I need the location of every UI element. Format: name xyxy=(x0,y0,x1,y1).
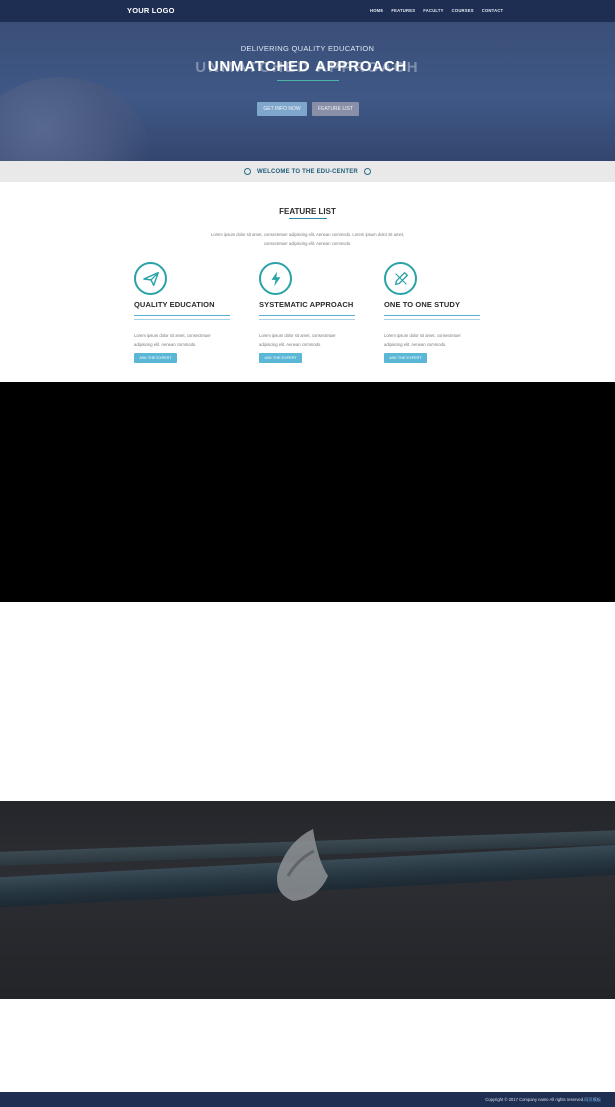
feature-card-divider xyxy=(134,315,230,316)
media-section xyxy=(0,382,615,602)
circle-icon xyxy=(244,168,252,175)
footer: Copyright © 2017 Company name All rights… xyxy=(0,1092,615,1107)
hero-kicker: DELIVERING QUALITY EDUCATION xyxy=(240,44,375,53)
copyright-text: Copyright © 2017 Company name All rights… xyxy=(485,1097,585,1102)
footer-copyright: Copyright © 2017 Company name All rights… xyxy=(485,1097,601,1103)
feature-title-underline xyxy=(289,218,327,220)
feature-description-line: consectetuer adipiscing elit. Aenean com… xyxy=(263,241,352,246)
nav-item-features[interactable]: FEATURES xyxy=(391,8,415,13)
feature-card-divider xyxy=(259,315,355,316)
feature-card-title: SYSTEMATIC APPROACH xyxy=(259,300,354,309)
feature-card-divider xyxy=(384,319,480,320)
get-info-button[interactable]: GET INFO NOW xyxy=(257,102,307,116)
circle-icon xyxy=(363,168,371,175)
hero-underline xyxy=(277,80,339,81)
feature-card-text: Lorem ipsum dolor sit amet, consectetuer… xyxy=(134,332,211,347)
feature-card-title: ONE TO ONE STUDY xyxy=(384,300,461,309)
main-menu: HOME FEATURES FACULTY COURSES CONTACT xyxy=(370,8,503,13)
feature-list-title: FEATURE LIST xyxy=(279,207,336,216)
pencil-ruler-icon xyxy=(384,262,417,295)
feature-card-text: Lorem ipsum dolor sit amet, consectetuer… xyxy=(259,332,336,347)
lightning-bolt-icon xyxy=(259,262,292,295)
feature-card-divider xyxy=(259,319,355,320)
feature-description-line: Lorem ipsum dolor sit amet, consectetuer… xyxy=(210,232,405,237)
feature-card-title: QUALITY EDUCATION xyxy=(134,300,215,309)
top-navbar: YOUR LOGO HOME FEATURES FACULTY COURSES … xyxy=(0,0,615,22)
parallax-photo-section xyxy=(0,801,615,999)
feature-list-description: Lorem ipsum dolor sit amet, consectetuer… xyxy=(190,230,425,248)
welcome-strip: WELCOME TO THE EDU-CENTER xyxy=(0,161,615,182)
welcome-text: WELCOME TO THE EDU-CENTER xyxy=(257,168,358,175)
photo-overlay xyxy=(0,801,615,999)
ask-expert-button[interactable]: ASK THE EXPERT xyxy=(384,352,427,363)
feature-card-quality-education: QUALITY EDUCATION Lorem ipsum dolor sit … xyxy=(134,262,234,363)
nav-item-contact[interactable]: CONTACT xyxy=(482,8,504,13)
ask-expert-button[interactable]: ASK THE EXPERT xyxy=(134,352,177,363)
nav-item-courses[interactable]: COURSES xyxy=(452,8,474,13)
ask-expert-button[interactable]: ASK THE EXPERT xyxy=(259,352,302,363)
paper-plane-icon xyxy=(134,262,167,295)
hero-background-image xyxy=(0,77,150,161)
nav-item-home[interactable]: HOME xyxy=(370,8,383,13)
nav-item-faculty[interactable]: FACULTY xyxy=(423,8,443,13)
feature-card-divider xyxy=(134,319,230,320)
hero-banner: DELIVERING QUALITY EDUCATION UNMATCHED A… xyxy=(0,22,615,161)
feature-card-divider xyxy=(384,315,480,316)
feature-card-one-to-one-study: ONE TO ONE STUDY Lorem ipsum dolor sit a… xyxy=(384,262,484,363)
footer-link[interactable]: 网页模板 xyxy=(584,1097,601,1102)
hero-title: UNMATCHED APPROACH xyxy=(207,58,408,75)
site-logo[interactable]: YOUR LOGO xyxy=(127,6,175,15)
feature-card-systematic-approach: SYSTEMATIC APPROACH Lorem ipsum dolor si… xyxy=(259,262,359,363)
feature-card-text: Lorem ipsum dolor sit amet, consectetuer… xyxy=(384,332,461,347)
feature-list-button[interactable]: FEATURE LIST xyxy=(312,102,359,116)
